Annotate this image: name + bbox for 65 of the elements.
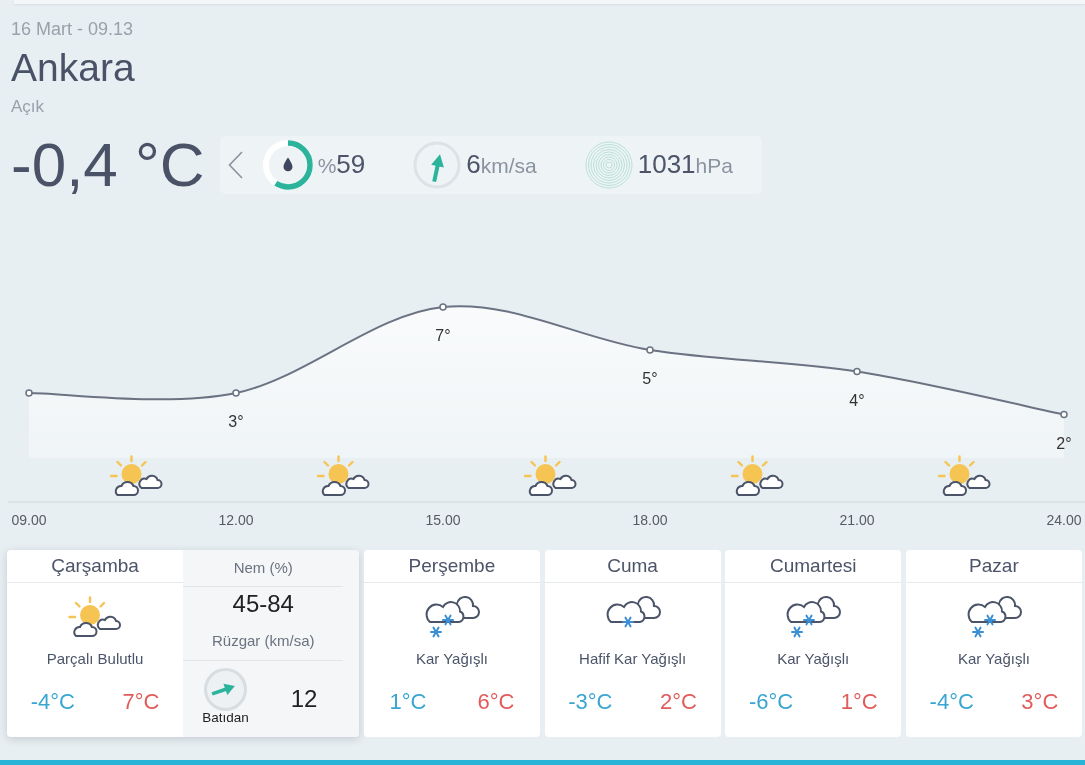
wind-speed: 12 — [290, 685, 318, 714]
cloud-snow-icon — [784, 595, 843, 639]
data-label: 7° — [435, 327, 451, 344]
sun-cloud-icon — [111, 456, 162, 495]
data-label: 4° — [849, 391, 865, 409]
condition-text: Hafif Kar Yağışlı — [579, 650, 687, 668]
day-card[interactable]: Cumartesi Kar Yağışlı -6°C 1°C — [725, 550, 902, 737]
low-temperature: -4°C — [30, 688, 75, 716]
day-name: Pazar — [969, 555, 1019, 577]
low-temperature: -4°C — [929, 688, 974, 716]
low-temperature: 1°C — [389, 688, 427, 716]
humidity-label: Nem (%) — [233, 559, 293, 577]
data-label: 3° — [228, 413, 244, 430]
axis-label: 18.00 — [632, 512, 668, 528]
data-point — [232, 389, 240, 397]
high-temperature: 1°C — [840, 688, 878, 716]
axis-label: 12.00 — [218, 512, 254, 528]
data-point — [25, 389, 33, 397]
day-name: Çarşamba — [51, 555, 139, 577]
sun-cloud-icon — [525, 456, 576, 495]
axis-label: 09.00 — [11, 512, 47, 528]
condition-text: Kar Yağışlı — [415, 650, 488, 668]
day-card[interactable]: Pazar Kar Yağışlı -4°C 3°C — [905, 550, 1082, 737]
previous-button[interactable] — [227, 151, 243, 179]
data-point — [646, 346, 654, 354]
day-card[interactable]: Çarşamba Parçalı Bulutlu -4°C 7°C Nem (%) 45-84 Rüzgar (km/sa) Batıdan 12 — [7, 550, 360, 737]
data-point — [1060, 410, 1068, 419]
condition-text: Parçalı Bulutlu — [46, 650, 144, 668]
high-temperature: 2°C — [660, 688, 697, 716]
data-point — [439, 303, 447, 311]
humidity-range: 45-84 — [232, 591, 294, 617]
chevron-left-icon — [227, 151, 243, 179]
metric-value: 6km/sa — [466, 149, 537, 181]
current-condition: Açık — [11, 97, 45, 117]
current-temperature: -0,4 °C — [11, 130, 205, 200]
concentric-circles-icon — [584, 141, 633, 189]
day-name: Cumartesi — [769, 555, 857, 577]
low-temperature: -6°C — [748, 688, 794, 716]
axis-label: 24.00 — [1046, 512, 1082, 528]
low-temperature: -3°C — [568, 688, 613, 716]
day-name: Cuma — [607, 555, 658, 577]
high-temperature: 7°C — [122, 688, 160, 716]
sun-cloud-icon — [939, 456, 990, 495]
city-name: Ankara — [11, 48, 135, 88]
high-temperature: 6°C — [477, 688, 515, 716]
day-card[interactable]: Perşembe Kar Yağışlı 1°C 6°C — [363, 550, 540, 737]
sun-cloud-icon — [732, 456, 783, 495]
data-label: 5° — [642, 370, 658, 387]
drop-icon — [283, 157, 293, 172]
sun-cloud-icon — [318, 456, 369, 495]
day-name: Perşembe — [408, 555, 496, 577]
metric-value: %59 — [317, 149, 366, 181]
condition-text: Kar Yağışlı — [957, 650, 1030, 668]
day-card[interactable]: Cuma Hafif Kar Yağışlı -3°C 2°C — [544, 550, 721, 737]
wind-label: Rüzgar (km/sa) — [212, 632, 315, 650]
condition-text: Kar Yağışlı — [777, 650, 850, 668]
high-temperature: 3°C — [1021, 688, 1059, 716]
axis-label: 21.00 — [839, 512, 875, 528]
data-label: 2° — [1056, 434, 1072, 452]
metric-value: 1031hPa — [637, 149, 733, 181]
data-point — [853, 367, 861, 376]
wind-direction: Batıdan — [202, 711, 249, 725]
sun-cloud-icon — [68, 596, 123, 638]
date-time: 16 Mart - 09.13 — [11, 19, 134, 39]
axis-label: 15.00 — [425, 512, 461, 528]
